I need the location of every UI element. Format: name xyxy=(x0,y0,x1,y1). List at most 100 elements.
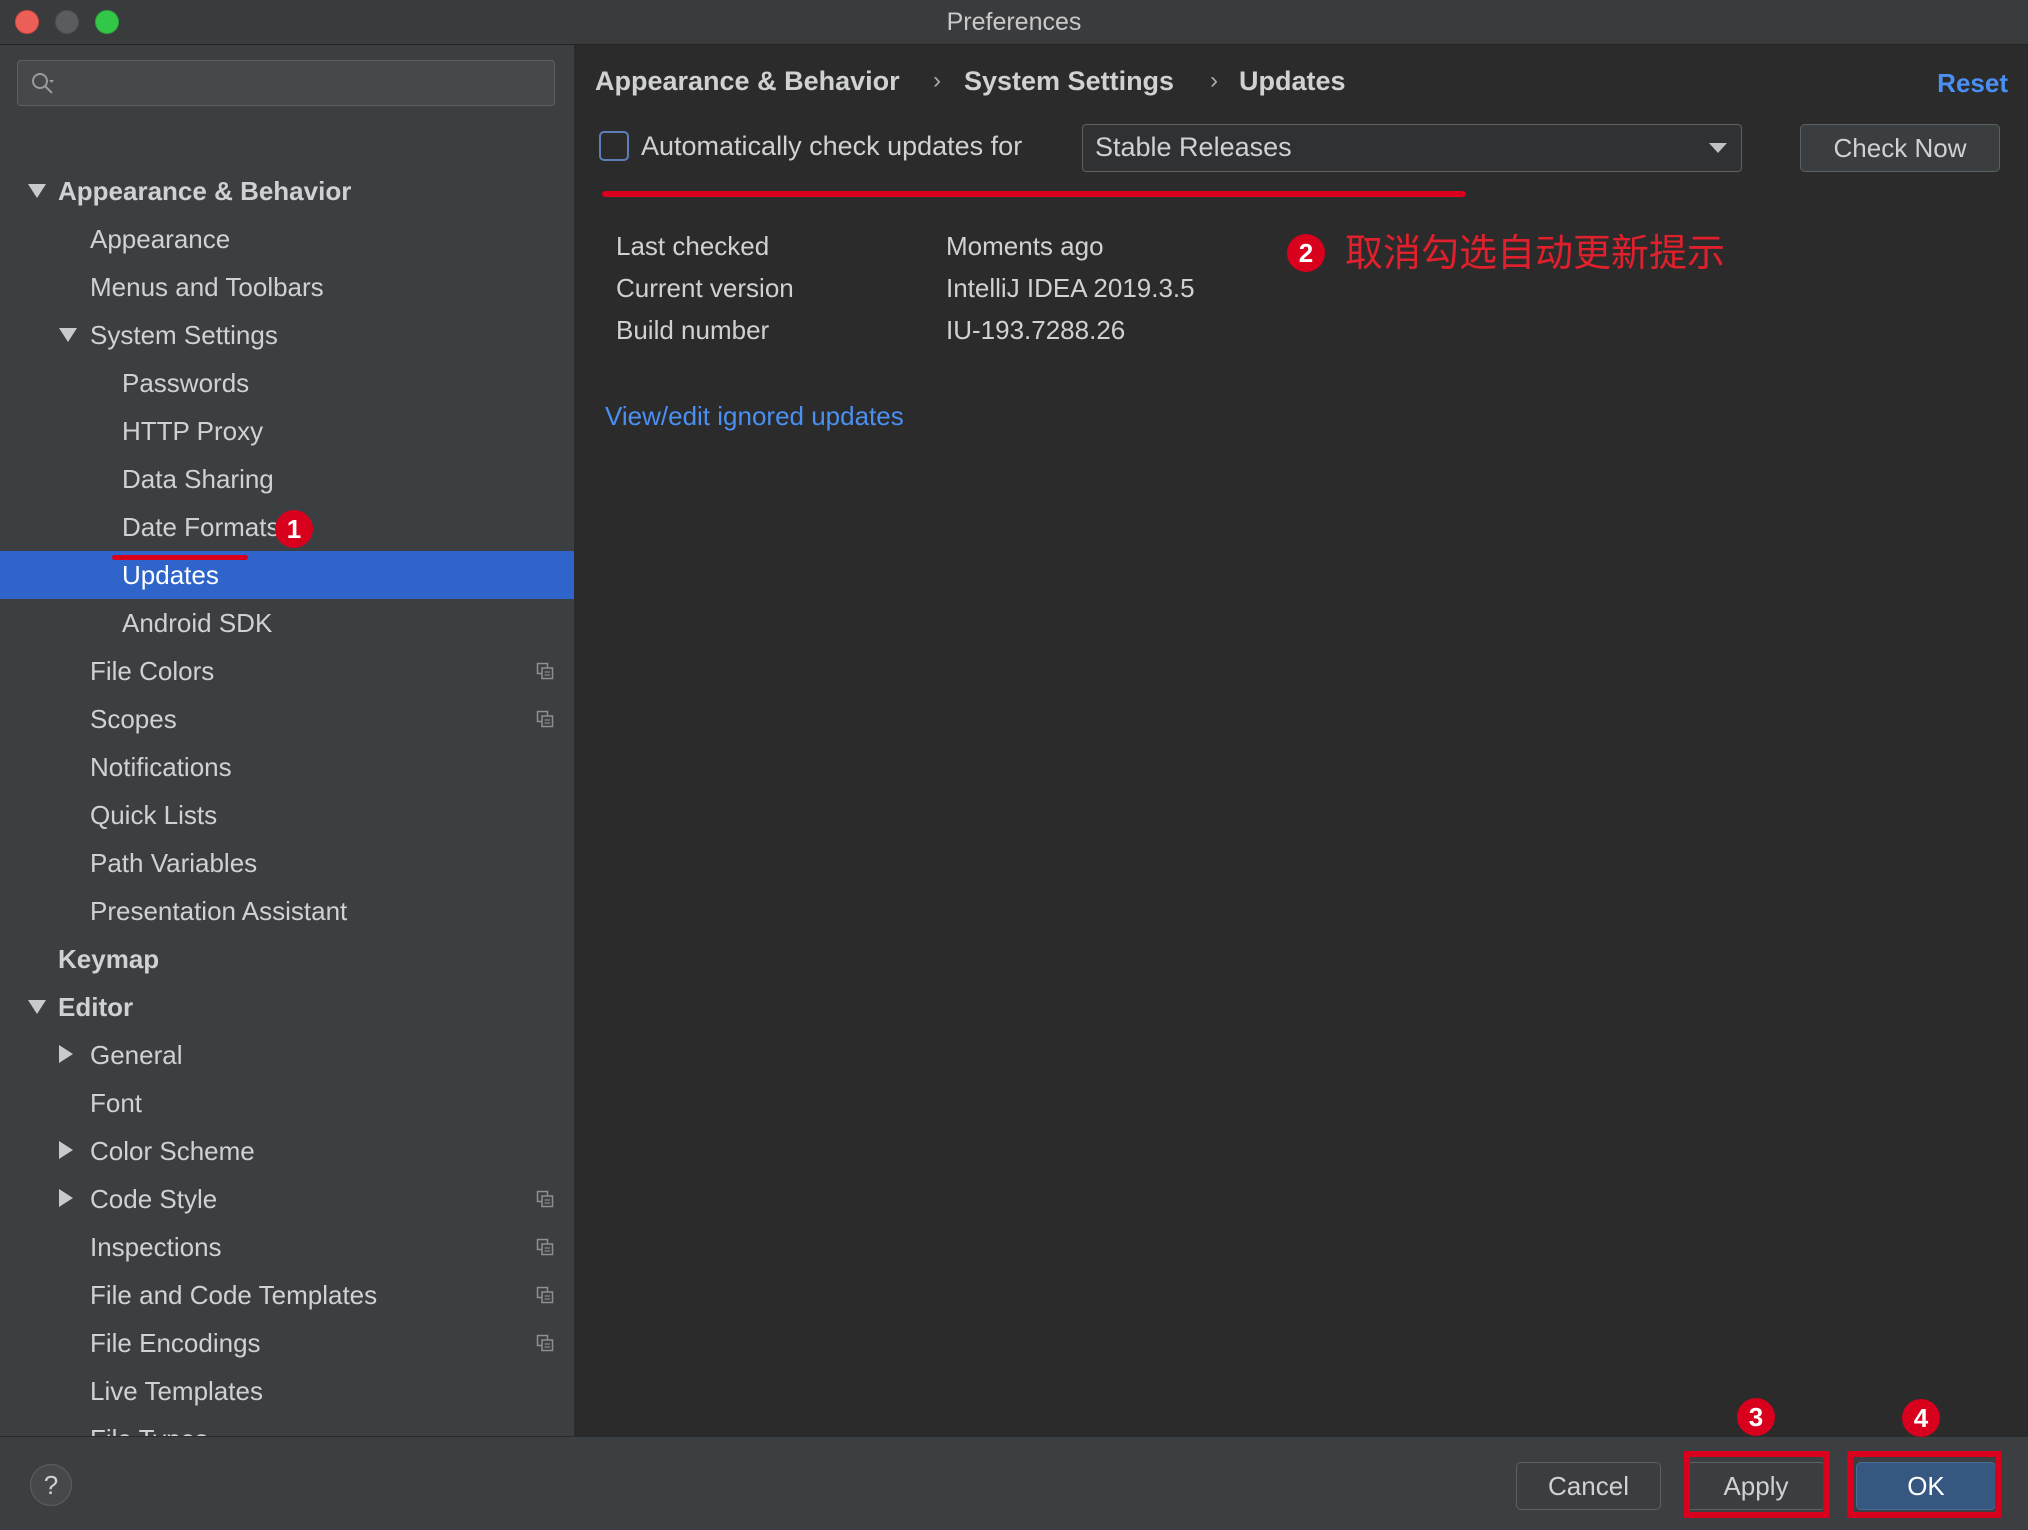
sidebar-item-appearance[interactable]: Appearance xyxy=(0,215,574,263)
last-checked-value: Moments ago xyxy=(946,231,1104,261)
annotation-underline-updates xyxy=(112,555,248,560)
copy-settings-icon xyxy=(536,662,554,680)
check-now-button[interactable]: Check Now xyxy=(1800,124,2000,172)
help-button[interactable]: ? xyxy=(30,1464,72,1506)
copy-settings-icon xyxy=(536,1190,554,1208)
sidebar-item-updates[interactable]: Updates xyxy=(0,551,574,599)
sidebar-item-keymap[interactable]: Keymap xyxy=(0,935,574,983)
sidebar-item-file-colors[interactable]: File Colors xyxy=(0,647,574,695)
sidebar-item-label: Inspections xyxy=(90,1232,222,1262)
annotation-badge-2: 2 xyxy=(1287,234,1325,272)
sidebar-item-file-encodings[interactable]: File Encodings xyxy=(0,1319,574,1367)
sidebar-item-label: Appearance & Behavior xyxy=(58,176,352,206)
breadcrumb-system-settings[interactable]: System Settings xyxy=(964,61,1174,101)
sidebar-item-presentation-assistant[interactable]: Presentation Assistant xyxy=(0,887,574,935)
copy-settings-icon xyxy=(536,1286,554,1304)
sidebar-item-label: Android SDK xyxy=(122,608,273,638)
sidebar-item-label: Presentation Assistant xyxy=(90,896,348,926)
sidebar-item-system-settings[interactable]: System Settings xyxy=(0,311,574,359)
sidebar-item-label: Data Sharing xyxy=(122,464,274,494)
update-channel-value: Stable Releases xyxy=(1095,132,1292,162)
sidebar-item-label: Font xyxy=(90,1088,143,1118)
annotation-badge-1: 1 xyxy=(275,510,313,548)
sidebar-item-label: Keymap xyxy=(58,944,160,974)
sidebar-item-label: HTTP Proxy xyxy=(122,416,264,446)
expand-arrow-down-icon[interactable] xyxy=(59,328,77,342)
settings-sidebar: Appearance & Behavior Appearance Menus and… xyxy=(0,45,575,1436)
sidebar-item-data-sharing[interactable]: Data Sharing xyxy=(0,455,574,503)
chevron-down-icon xyxy=(1709,143,1727,153)
copy-settings-icon xyxy=(536,1238,554,1256)
sidebar-item-scopes[interactable]: Scopes xyxy=(0,695,574,743)
cancel-button[interactable]: Cancel xyxy=(1516,1462,1661,1510)
sidebar-item-label: General xyxy=(90,1040,183,1070)
sidebar-item-label: Appearance xyxy=(90,224,231,254)
copy-settings-icon xyxy=(536,710,554,728)
expand-arrow-down-icon[interactable] xyxy=(28,184,46,198)
sidebar-item-inspections[interactable]: Inspections xyxy=(0,1223,574,1271)
build-number-label: Build number xyxy=(616,315,770,345)
sidebar-item-label: Editor xyxy=(58,992,134,1022)
sidebar-item-menus-and-toolbars[interactable]: Menus and Toolbars xyxy=(0,263,574,311)
annotation-underline-checkbox xyxy=(602,191,1466,197)
sidebar-item-label: Date Formats xyxy=(122,512,280,542)
sidebar-item-label: Color Scheme xyxy=(90,1136,255,1166)
annotation-note: 取消勾选自动更新提示 xyxy=(1345,231,1726,275)
sidebar-item-label: Notifications xyxy=(90,752,232,782)
sidebar-item-label: System Settings xyxy=(90,320,278,350)
breadcrumb-separator: › xyxy=(933,67,941,94)
sidebar-item-path-variables[interactable]: Path Variables xyxy=(0,839,574,887)
title-bar: Preferences xyxy=(0,0,2028,45)
auto-check-updates-checkbox[interactable] xyxy=(599,131,629,161)
current-version-value: IntelliJ IDEA 2019.3.5 xyxy=(946,273,1195,303)
sidebar-item-label: Code Style xyxy=(90,1184,218,1214)
sidebar-item-appearance-behavior[interactable]: Appearance & Behavior xyxy=(0,167,574,215)
sidebar-item-label: Quick Lists xyxy=(90,800,218,830)
sidebar-item-android-sdk[interactable]: Android SDK xyxy=(0,599,574,647)
last-checked-label: Last checked xyxy=(616,231,770,261)
build-number-value: IU-193.7288.26 xyxy=(946,315,1126,345)
sidebar-item-http-proxy[interactable]: HTTP Proxy xyxy=(0,407,574,455)
breadcrumb-updates: Updates xyxy=(1239,66,1346,96)
reset-link[interactable]: Reset xyxy=(1937,63,2008,103)
view-ignored-updates-link[interactable]: View/edit ignored updates xyxy=(605,396,904,436)
sidebar-item-quick-lists[interactable]: Quick Lists xyxy=(0,791,574,839)
breadcrumb-separator: › xyxy=(1210,67,1218,94)
sidebar-item-color-scheme[interactable]: Color Scheme xyxy=(0,1127,574,1175)
sidebar-item-label: File Types xyxy=(90,1415,208,1436)
search-icon xyxy=(32,73,54,94)
annotation-badge-3: 3 xyxy=(1737,1398,1775,1436)
copy-settings-icon xyxy=(536,1334,554,1352)
settings-search-input[interactable] xyxy=(17,60,555,106)
annotation-box-apply xyxy=(1684,1451,1829,1518)
sidebar-item-label: File Colors xyxy=(90,656,215,686)
sidebar-item-label: File Encodings xyxy=(90,1328,261,1358)
expand-arrow-right-icon[interactable] xyxy=(59,1045,73,1063)
sidebar-item-label: Passwords xyxy=(122,368,250,398)
sidebar-item-file-types[interactable]: File Types xyxy=(0,1415,574,1436)
breadcrumb-appearance-behavior[interactable]: Appearance & Behavior xyxy=(595,61,900,101)
expand-arrow-right-icon[interactable] xyxy=(59,1189,73,1207)
sidebar-item-file-and-code-templates[interactable]: File and Code Templates xyxy=(0,1271,574,1319)
sidebar-item-editor[interactable]: Editor xyxy=(0,983,574,1031)
sidebar-item-label: Scopes xyxy=(90,704,177,734)
preferences-window: Preferences Appearance & Behavior Appeara… xyxy=(0,0,2028,1530)
expand-arrow-right-icon[interactable] xyxy=(59,1141,73,1159)
sidebar-item-label: Live Templates xyxy=(90,1376,263,1406)
sidebar-item-label: Menus and Toolbars xyxy=(90,272,324,302)
sidebar-item-label: Path Variables xyxy=(90,848,258,878)
expand-arrow-down-icon[interactable] xyxy=(28,1000,46,1014)
window-title: Preferences xyxy=(946,8,1082,36)
sidebar-item-code-style[interactable]: Code Style xyxy=(0,1175,574,1223)
sidebar-item-general[interactable]: General xyxy=(0,1031,574,1079)
annotation-badge-4: 4 xyxy=(1902,1399,1940,1437)
update-channel-select[interactable]: Stable Releases xyxy=(1082,124,1742,172)
sidebar-item-notifications[interactable]: Notifications xyxy=(0,743,574,791)
annotation-box-ok xyxy=(1847,1451,2001,1518)
sidebar-item-passwords[interactable]: Passwords xyxy=(0,359,574,407)
current-version-label: Current version xyxy=(616,273,794,303)
auto-check-updates-label[interactable]: Automatically check updates for xyxy=(641,125,1022,167)
sidebar-item-label: File and Code Templates xyxy=(90,1280,378,1310)
sidebar-item-font[interactable]: Font xyxy=(0,1079,574,1127)
sidebar-item-live-templates[interactable]: Live Templates xyxy=(0,1367,574,1415)
